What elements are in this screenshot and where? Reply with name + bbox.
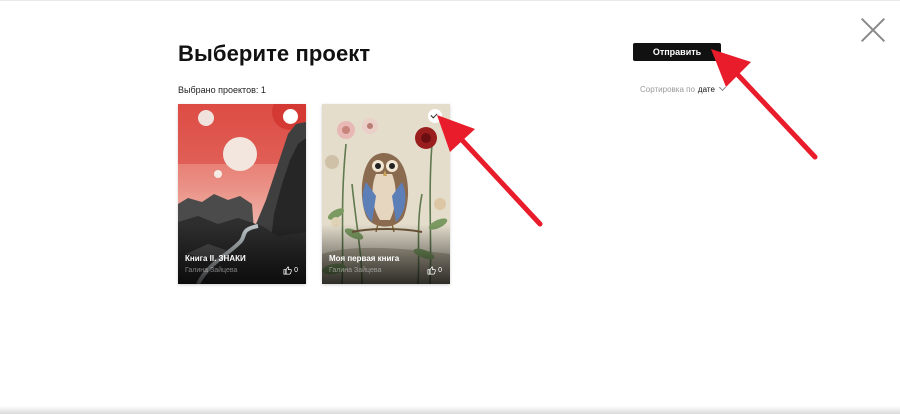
check-icon[interactable] xyxy=(428,109,442,123)
project-author: Галина Зайцева xyxy=(329,267,382,274)
page-title: Выберите проект xyxy=(178,41,371,66)
send-button[interactable]: Отправить xyxy=(633,43,721,61)
sort-label: Сортировка по xyxy=(640,85,695,94)
likes-count: 0 xyxy=(438,267,442,274)
project-picker-modal: Выберите проект Отправить Выбрано проект… xyxy=(0,0,900,414)
sort-dropdown[interactable]: Сортировка по дате xyxy=(640,83,726,94)
project-author: Галина Зайцева xyxy=(185,267,238,274)
likes-count: 0 xyxy=(294,267,298,274)
project-card-2[interactable]: Моя первая книга Галина Зайцева 0 xyxy=(322,104,450,284)
project-title: Книга II. ЗНАКИ xyxy=(185,254,246,263)
project-card-1[interactable]: Книга II. ЗНАКИ Галина Зайцева 0 xyxy=(178,104,306,284)
close-icon[interactable] xyxy=(860,17,886,43)
likes-counter: 0 xyxy=(283,266,298,275)
like-icon[interactable] xyxy=(427,266,436,275)
chevron-down-icon[interactable] xyxy=(718,83,726,92)
sort-value[interactable]: дате xyxy=(698,85,715,94)
project-title: Моя первая книга xyxy=(329,254,400,263)
likes-counter: 0 xyxy=(427,266,442,275)
selected-count: Выбрано проектов: 1 xyxy=(178,85,266,95)
like-icon[interactable] xyxy=(283,266,292,275)
select-toggle[interactable] xyxy=(283,109,298,124)
